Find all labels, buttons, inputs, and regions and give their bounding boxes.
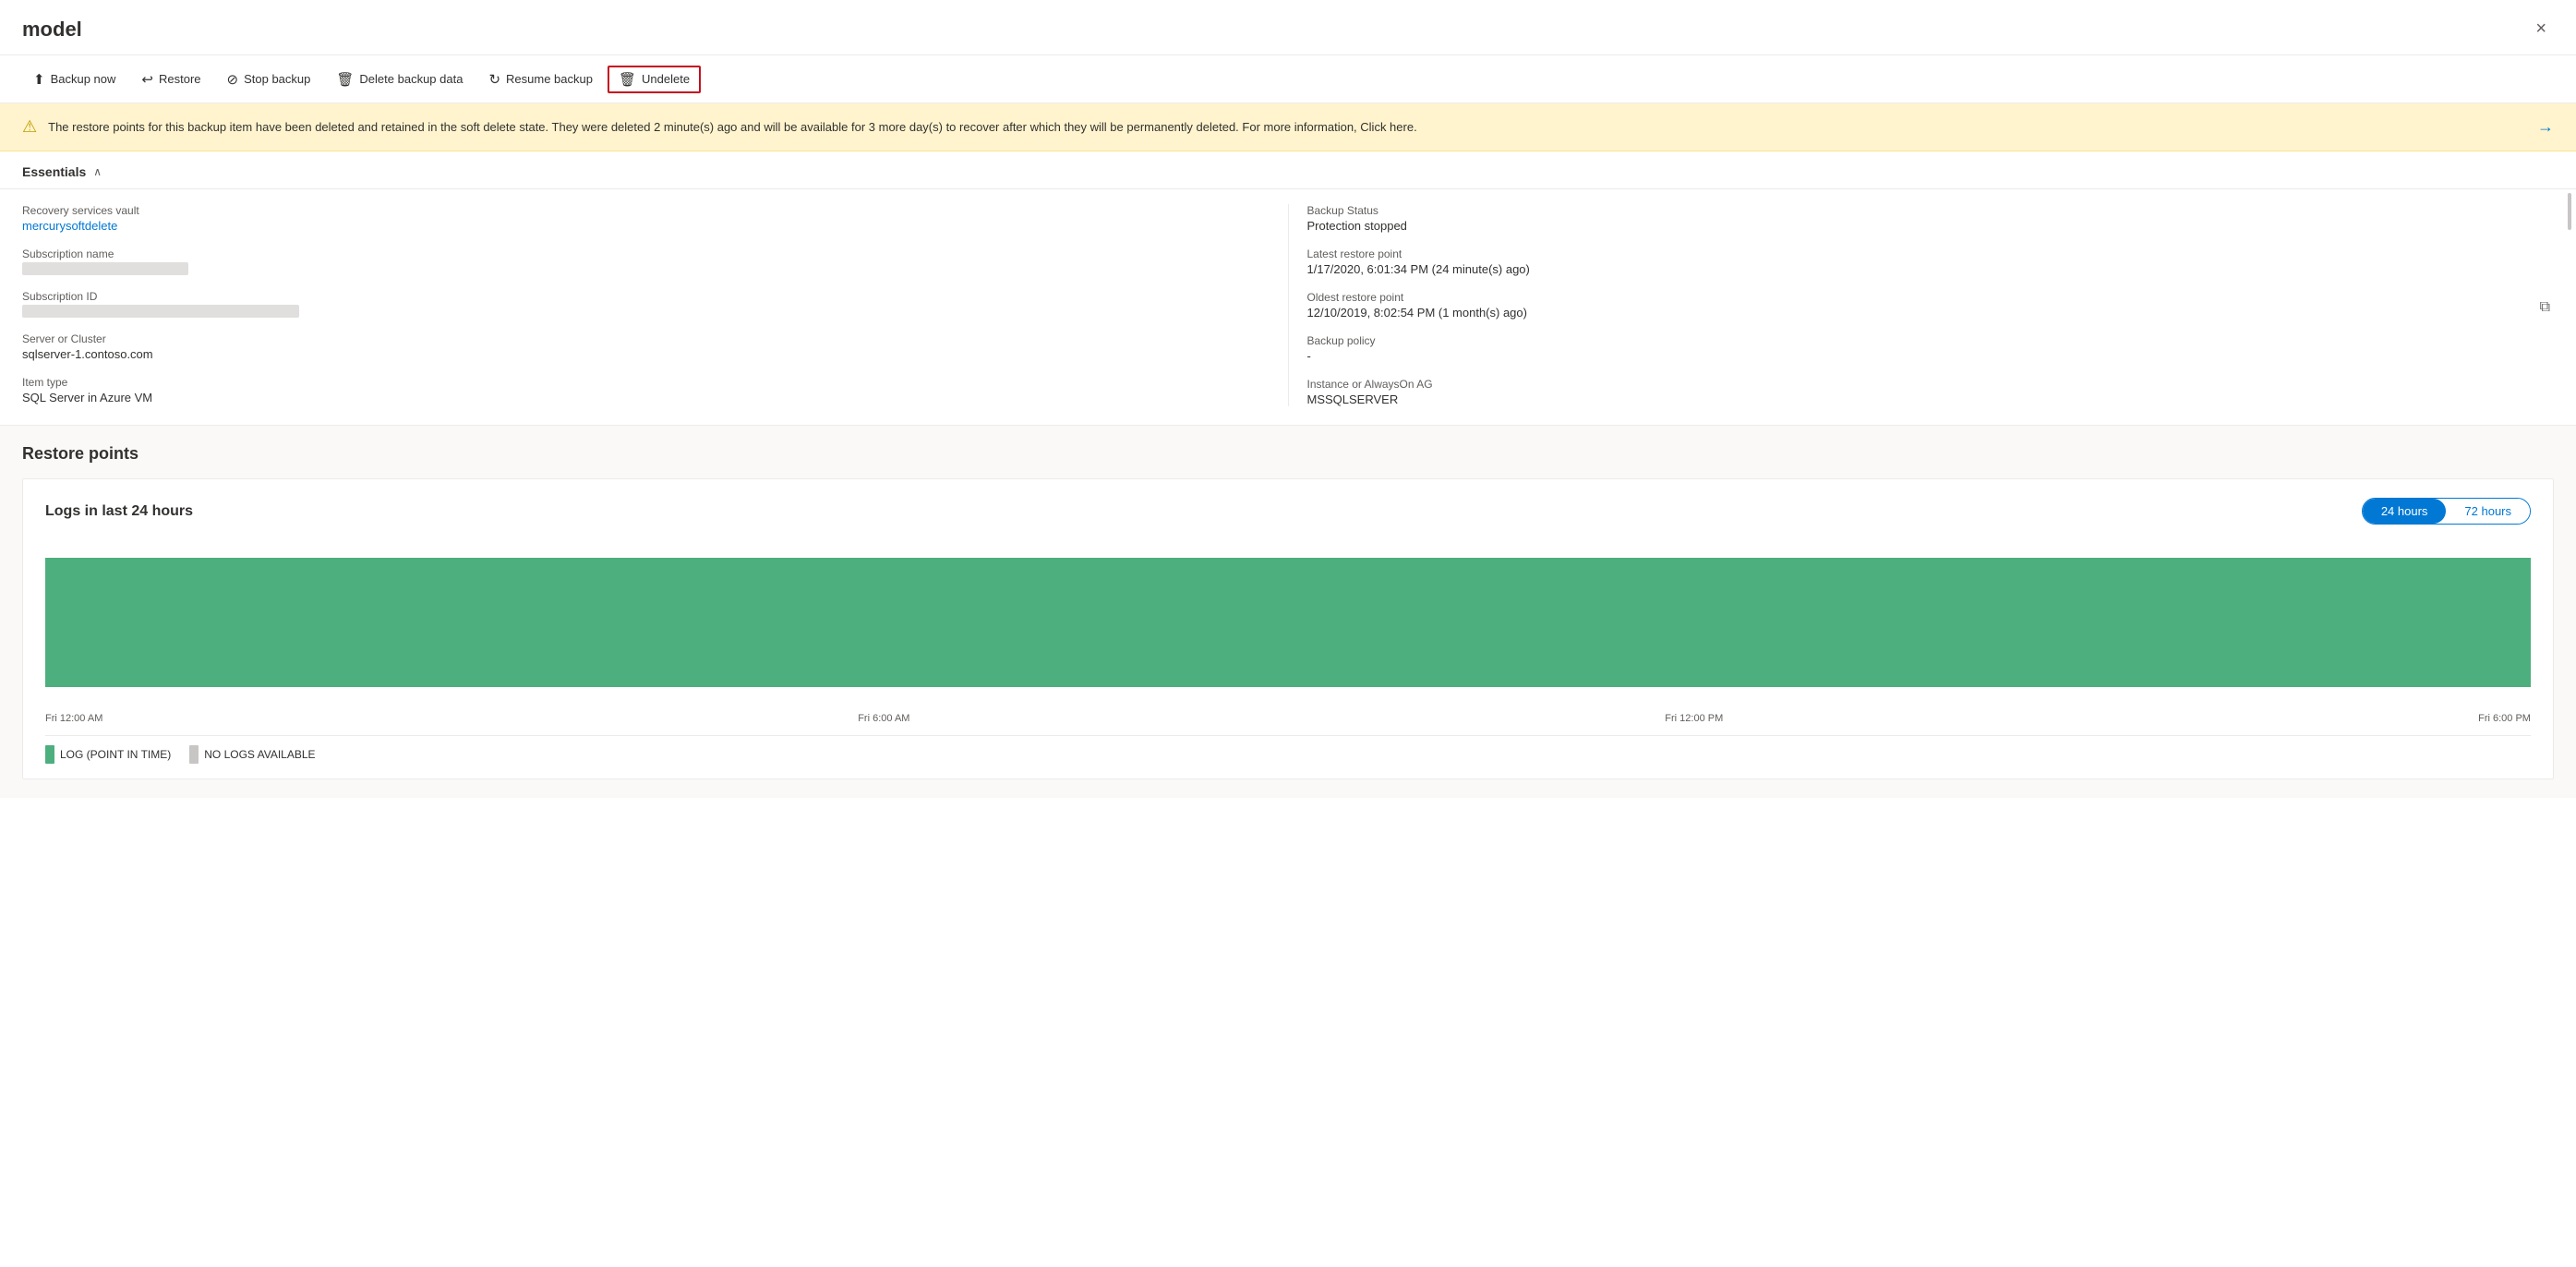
backup-icon: ⬆ — [33, 71, 45, 88]
backup-now-button[interactable]: ⬆ Backup now — [22, 66, 126, 93]
item-type-value: SQL Server in Azure VM — [22, 391, 1233, 404]
essentials-right-col: Backup Status Protection stopped Latest … — [1307, 204, 2555, 406]
backup-policy-value: - — [1307, 349, 2518, 363]
stop-icon: ⊘ — [227, 71, 239, 88]
24-hours-button[interactable]: 24 hours — [2363, 499, 2447, 524]
warning-text: The restore points for this backup item … — [48, 118, 2526, 137]
backup-status-field: Backup Status Protection stopped — [1307, 204, 2518, 233]
oldest-restore-field: Oldest restore point 12/10/2019, 8:02:54… — [1307, 291, 2518, 320]
subscription-id-label: Subscription ID — [22, 290, 1233, 303]
window-title: model — [22, 18, 82, 42]
legend-no-logs-color — [189, 745, 199, 764]
x-label-3: Fri 6:00 PM — [2478, 713, 2531, 724]
latest-restore-value: 1/17/2020, 6:01:34 PM (24 minute(s) ago) — [1307, 262, 2518, 276]
chart-title: Logs in last 24 hours — [45, 503, 193, 520]
recovery-vault-field: Recovery services vault mercurysoftdelet… — [22, 204, 1233, 233]
server-cluster-value: sqlserver-1.contoso.com — [22, 347, 1233, 361]
warning-icon: ⚠ — [22, 117, 37, 137]
stop-backup-button[interactable]: ⊘ Stop backup — [216, 66, 322, 93]
backup-policy-label: Backup policy — [1307, 334, 2518, 347]
essentials-title: Essentials — [22, 164, 86, 179]
legend-log-color — [45, 745, 54, 764]
x-label-1: Fri 6:00 AM — [858, 713, 909, 724]
essentials-divider — [1288, 204, 1289, 406]
backup-policy-field: Backup policy - — [1307, 334, 2518, 363]
undelete-icon: 🗑 — [619, 71, 636, 88]
x-label-0: Fri 12:00 AM — [45, 713, 102, 724]
recovery-vault-value[interactable]: mercurysoftdelete — [22, 219, 1233, 233]
oldest-restore-label: Oldest restore point — [1307, 291, 2518, 304]
server-cluster-label: Server or Cluster — [22, 332, 1233, 345]
restore-button[interactable]: ↩ Restore — [130, 66, 211, 93]
title-bar: model × — [0, 0, 2576, 55]
chart-area — [45, 539, 2531, 706]
server-cluster-field: Server or Cluster sqlserver-1.contoso.co… — [22, 332, 1233, 361]
legend-log-label: LOG (POINT IN TIME) — [60, 748, 171, 761]
restore-icon: ↩ — [141, 71, 153, 88]
instance-field: Instance or AlwaysOn AG MSSQLSERVER — [1307, 378, 2518, 406]
undelete-button[interactable]: 🗑 Undelete — [608, 66, 701, 93]
item-type-field: Item type SQL Server in Azure VM — [22, 376, 1233, 404]
subscription-id-field: Subscription ID — [22, 290, 1233, 318]
subscription-name-label: Subscription name — [22, 247, 1233, 260]
resume-icon: ↻ — [488, 71, 500, 88]
essentials-body: Recovery services vault mercurysoftdelet… — [0, 189, 2576, 426]
instance-value: MSSQLSERVER — [1307, 392, 2518, 406]
scroll-indicator — [2563, 189, 2576, 425]
delete-icon: 🗑 — [336, 71, 354, 88]
essentials-chevron-icon: ∧ — [93, 165, 102, 178]
essentials-header[interactable]: Essentials ∧ — [0, 151, 2576, 189]
backup-status-value: Protection stopped — [1307, 219, 2518, 233]
restore-points-title: Restore points — [22, 444, 2554, 464]
chart-x-labels: Fri 12:00 AM Fri 6:00 AM Fri 12:00 PM Fr… — [45, 713, 2531, 724]
subscription-name-field: Subscription name — [22, 247, 1233, 275]
recovery-vault-label: Recovery services vault — [22, 204, 1233, 217]
chart-bar — [45, 558, 2531, 687]
latest-restore-field: Latest restore point 1/17/2020, 6:01:34 … — [1307, 247, 2518, 276]
72-hours-button[interactable]: 72 hours — [2446, 499, 2530, 524]
chart-container: Logs in last 24 hours 24 hours 72 hours … — [22, 478, 2554, 779]
backup-status-label: Backup Status — [1307, 204, 2518, 217]
chart-header: Logs in last 24 hours 24 hours 72 hours — [45, 498, 2531, 525]
warning-banner: ⚠ The restore points for this backup ite… — [0, 103, 2576, 151]
scroll-thumb — [2568, 193, 2571, 230]
essentials-left-col: Recovery services vault mercurysoftdelet… — [22, 204, 1270, 406]
x-label-2: Fri 12:00 PM — [1665, 713, 1723, 724]
time-toggle: 24 hours 72 hours — [2362, 498, 2531, 525]
chart-legend: LOG (POINT IN TIME) NO LOGS AVAILABLE — [45, 735, 2531, 764]
restore-points-section: Restore points Logs in last 24 hours 24 … — [0, 426, 2576, 798]
legend-no-logs: NO LOGS AVAILABLE — [189, 745, 315, 764]
latest-restore-label: Latest restore point — [1307, 247, 2518, 260]
main-window: model × ⬆ Backup now ↩ Restore ⊘ Stop ba… — [0, 0, 2576, 1267]
legend-log: LOG (POINT IN TIME) — [45, 745, 171, 764]
instance-label: Instance or AlwaysOn AG — [1307, 378, 2518, 391]
warning-arrow-icon[interactable]: → — [2537, 117, 2554, 137]
item-type-label: Item type — [22, 376, 1233, 389]
subscription-id-value — [22, 305, 299, 318]
toolbar: ⬆ Backup now ↩ Restore ⊘ Stop backup 🗑 D… — [0, 55, 2576, 103]
subscription-name-value — [22, 262, 188, 275]
legend-no-logs-label: NO LOGS AVAILABLE — [204, 748, 315, 761]
content-area: Essentials ∧ Recovery services vault mer… — [0, 151, 2576, 1267]
delete-backup-data-button[interactable]: 🗑 Delete backup data — [325, 66, 474, 93]
copy-button[interactable]: ⧉ — [2536, 296, 2554, 320]
resume-backup-button[interactable]: ↻ Resume backup — [477, 66, 604, 93]
close-button[interactable]: × — [2528, 15, 2554, 43]
oldest-restore-value: 12/10/2019, 8:02:54 PM (1 month(s) ago) — [1307, 306, 2518, 320]
